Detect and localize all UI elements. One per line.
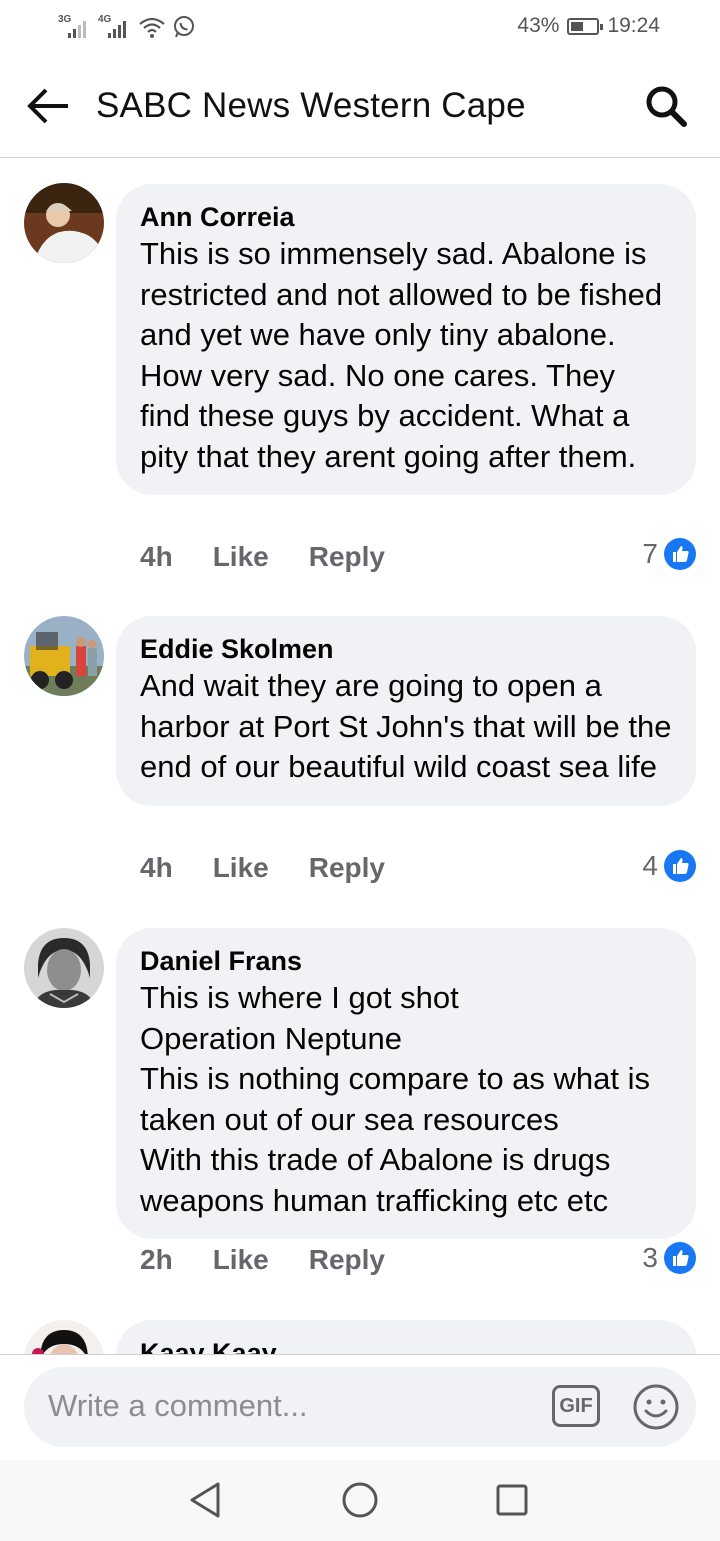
comment-placeholder: Write a comment... (48, 1388, 308, 1423)
status-bar: 3G 4G 43% 19:24 (0, 0, 720, 56)
comment-text: This is where I got shot Operation Neptu… (140, 980, 651, 1218)
whatsapp-icon (174, 16, 194, 38)
page-header: SABC News Western Cape (0, 56, 720, 158)
reaction-count[interactable]: 7 (642, 538, 696, 570)
reply-button[interactable]: Reply (309, 541, 385, 573)
thumbs-up-icon (664, 538, 696, 570)
signal-3g-icon: 3G (58, 14, 92, 40)
comment-list[interactable]: Ann Correia This is so immensely sad. Ab… (0, 158, 720, 1354)
reaction-count-value: 7 (642, 538, 658, 569)
home-circle-icon[interactable] (340, 1480, 380, 1520)
comment-time: 4h (140, 541, 173, 572)
reaction-count-value: 4 (642, 850, 658, 881)
comment-author[interactable]: Kaay Kaay (140, 1336, 672, 1354)
back-triangle-icon[interactable] (186, 1480, 226, 1520)
reaction-count-value: 3 (642, 1242, 658, 1273)
like-button[interactable]: Like (213, 541, 269, 573)
comment-author[interactable]: Ann Correia (140, 200, 672, 234)
page-title: SABC News Western Cape (96, 86, 526, 125)
comment-author[interactable]: Daniel Frans (140, 944, 672, 978)
comment-author[interactable]: Eddie Skolmen (140, 632, 672, 666)
like-button[interactable]: Like (213, 1244, 269, 1276)
comment-bubble[interactable]: Kaay Kaay (116, 1320, 696, 1354)
arrow-left-icon[interactable] (24, 84, 72, 128)
thumbs-up-icon (664, 1242, 696, 1274)
like-button[interactable]: Like (213, 852, 269, 884)
avatar[interactable] (24, 928, 104, 1008)
search-icon[interactable] (642, 82, 690, 130)
comment-actions: 4h Like Reply (140, 852, 425, 884)
comment-text: And wait they are going to open a harbor… (140, 668, 672, 784)
comment-time: 2h (140, 1244, 173, 1275)
gif-icon[interactable]: GIF (552, 1385, 600, 1427)
avatar[interactable] (24, 183, 104, 263)
avatar[interactable] (24, 616, 104, 696)
reply-button[interactable]: Reply (309, 1244, 385, 1276)
comment-bubble[interactable]: Daniel Frans This is where I got shot Op… (116, 928, 696, 1239)
comment-composer: Write a comment... GIF (0, 1354, 720, 1460)
comment-bubble[interactable]: Ann Correia This is so immensely sad. Ab… (116, 184, 696, 495)
reply-button[interactable]: Reply (309, 852, 385, 884)
recents-square-icon[interactable] (492, 1480, 532, 1520)
comment-bubble[interactable]: Eddie Skolmen And wait they are going to… (116, 616, 696, 806)
signal-4g-icon: 4G (98, 14, 132, 40)
wifi-icon (139, 17, 165, 38)
avatar[interactable] (24, 1320, 104, 1354)
comment-time: 4h (140, 852, 173, 883)
comment-actions: 2h Like Reply (140, 1244, 425, 1276)
comment-text: This is so immensely sad. Abalone is res… (140, 236, 663, 474)
system-navigation-bar (0, 1460, 720, 1541)
battery-icon (567, 17, 604, 35)
reaction-count[interactable]: 4 (642, 850, 696, 882)
status-right: 43% 19:24 (517, 14, 660, 38)
clock: 19:24 (607, 14, 660, 37)
battery-percent: 43% (517, 14, 560, 37)
comment-input[interactable]: Write a comment... GIF (24, 1367, 696, 1447)
emoji-icon[interactable] (632, 1383, 680, 1431)
status-icons: 3G 4G (58, 14, 196, 40)
comment-actions: 4h Like Reply (140, 541, 425, 573)
thumbs-up-icon (664, 850, 696, 882)
reaction-count[interactable]: 3 (642, 1242, 696, 1274)
